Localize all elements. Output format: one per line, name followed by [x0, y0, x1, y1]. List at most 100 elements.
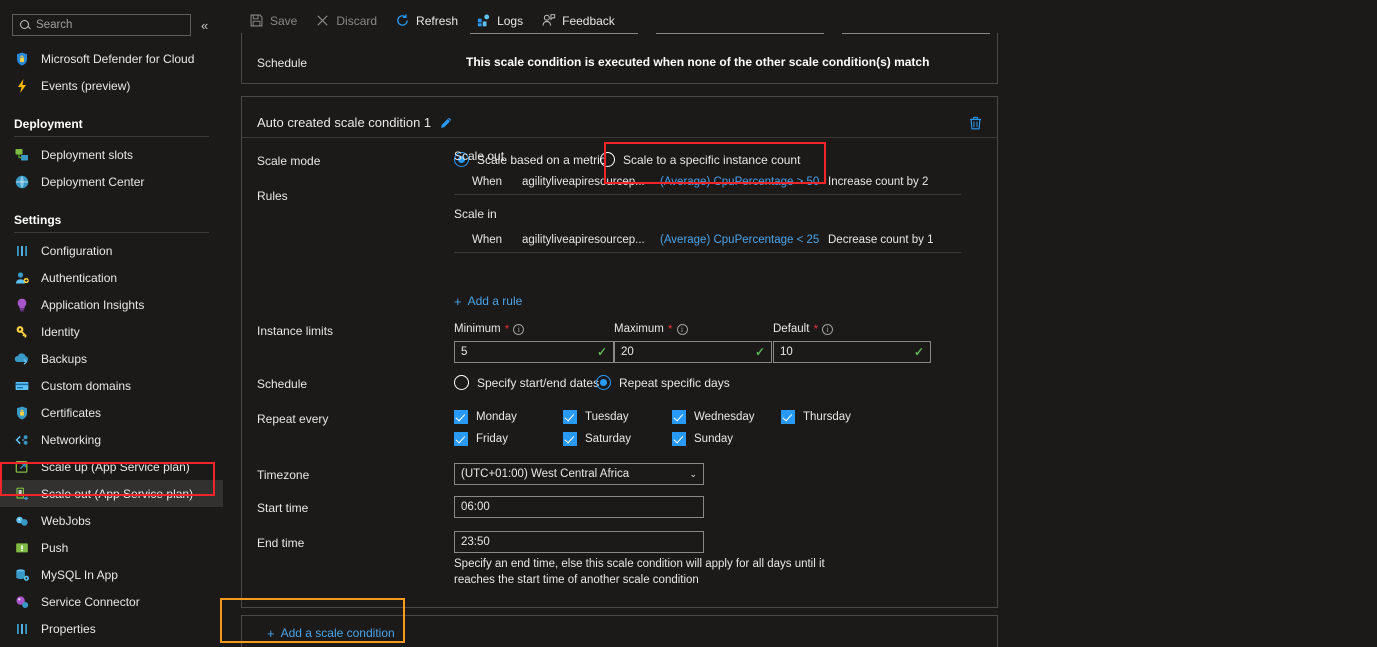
feedback-button-label: Feedback — [562, 13, 615, 28]
sidebar-item-networking[interactable]: Networking — [0, 426, 223, 453]
save-button[interactable]: Save — [241, 8, 307, 33]
checkbox-tuesday[interactable]: Tuesday — [563, 410, 629, 424]
radio-specify-start-end-dates-label: Specify start/end dates — [477, 375, 600, 390]
sidebar-item-certificates[interactable]: Certificates — [0, 399, 223, 426]
sidebar-item-configuration[interactable]: Configuration — [0, 237, 223, 264]
repeat-every-label: Repeat every — [257, 412, 329, 426]
checkbox-saturday-label: Saturday — [585, 433, 632, 445]
minimum-label-text: Minimum — [454, 323, 501, 335]
sidebar-item-label: Scale up (App Service plan) — [41, 459, 190, 474]
logs-button-label: Logs — [497, 13, 524, 28]
end-time-label: End time — [257, 536, 305, 550]
checkbox-sunday[interactable]: Sunday — [672, 432, 733, 446]
end-time-input[interactable]: 23:50 — [454, 531, 704, 553]
sidebar-item-application-insights[interactable]: Application Insights — [0, 291, 223, 318]
sidebar-item-authentication[interactable]: Authentication — [0, 264, 223, 291]
default-schedule-label: Schedule — [257, 56, 308, 70]
lightning-icon — [14, 78, 30, 94]
properties-icon — [14, 621, 30, 637]
scale-out-main-panel: Schedule This scale condition is execute… — [223, 33, 1377, 647]
checkbox-wednesday-control[interactable] — [672, 410, 686, 424]
timezone-select[interactable]: (UTC+01:00) West Central Africa ⌄ — [454, 463, 704, 485]
sidebar-item-label: Custom domains — [41, 378, 132, 393]
sidebar-item-service-connector[interactable]: Service Connector — [0, 588, 223, 615]
default-input[interactable]: 10 ✓ — [773, 341, 931, 363]
add-rule-button[interactable]: + Add a rule — [454, 294, 522, 308]
minimum-input[interactable]: 5 ✓ — [454, 341, 614, 363]
default-scale-condition-card: Schedule This scale condition is execute… — [241, 33, 998, 84]
scale-condition-title-row: Auto created scale condition 1 — [257, 115, 453, 130]
table-row[interactable]: When agilityliveapiresourcep... (Average… — [454, 169, 961, 195]
shield-icon — [14, 51, 30, 67]
checkbox-monday-control[interactable] — [454, 410, 468, 424]
discard-button[interactable]: Discard — [307, 8, 387, 33]
deployment-slots-icon — [14, 147, 30, 163]
rule-condition: (Average) CpuPercentage > 50 — [660, 175, 820, 188]
pencil-icon[interactable] — [439, 116, 453, 130]
sidebar-item-scale-up[interactable]: Scale up (App Service plan) — [0, 453, 223, 480]
checkbox-thursday-control[interactable] — [781, 410, 795, 424]
refresh-button[interactable]: Refresh — [387, 8, 468, 33]
info-icon[interactable]: i — [676, 323, 688, 335]
deployment-center-icon — [14, 174, 30, 190]
radio-repeat-specific-days-control[interactable] — [596, 375, 611, 390]
chevron-down-icon: ⌄ — [689, 468, 697, 479]
info-icon[interactable]: i — [513, 323, 525, 335]
radio-specify-start-end-dates-control[interactable] — [454, 375, 469, 390]
save-button-label: Save — [270, 13, 298, 28]
sidebar-item-locks[interactable]: Locks — [0, 642, 223, 647]
checkbox-saturday-control[interactable] — [563, 432, 577, 446]
checkbox-tuesday-label: Tuesday — [585, 411, 629, 423]
sidebar-item-scale-out[interactable]: Scale out (App Service plan) — [0, 480, 223, 507]
application-insights-icon — [14, 297, 30, 313]
search-input[interactable] — [36, 19, 181, 31]
feedback-icon — [541, 13, 556, 28]
sidebar-item-deployment-slots[interactable]: Deployment slots — [0, 141, 223, 168]
checkbox-friday-control[interactable] — [454, 432, 468, 446]
start-time-input[interactable]: 06:00 — [454, 496, 704, 518]
required-asterisk: * — [504, 322, 510, 336]
checkbox-tuesday-control[interactable] — [563, 410, 577, 424]
checkbox-monday[interactable]: Monday — [454, 410, 517, 424]
radio-specify-start-end-dates[interactable]: Specify start/end dates — [454, 375, 599, 390]
rule-resource: agilityliveapiresourcep... — [522, 175, 645, 188]
checkbox-wednesday[interactable]: Wednesday — [672, 410, 755, 424]
sidebar-item-label: WebJobs — [41, 513, 91, 528]
maximum-input[interactable]: 20 ✓ — [614, 341, 772, 363]
scale-mode-label: Scale mode — [257, 154, 321, 168]
feedback-button[interactable]: Feedback — [533, 8, 625, 33]
checkbox-sunday-control[interactable] — [672, 432, 686, 446]
service-connector-icon — [14, 594, 30, 610]
trash-icon[interactable] — [968, 115, 983, 131]
info-icon[interactable]: i — [822, 323, 834, 335]
sidebar-item-microsoft-defender-for-cloud[interactable]: Microsoft Defender for Cloud — [0, 45, 223, 72]
sidebar-item-custom-domains[interactable]: Custom domains — [0, 372, 223, 399]
sidebar-section-settings: Settings — [14, 213, 62, 227]
instance-limits-label: Instance limits — [257, 324, 334, 338]
checkbox-thursday-label: Thursday — [803, 411, 851, 423]
sidebar-item-mysql-in-app[interactable]: MySQL In App — [0, 561, 223, 588]
sidebar-item-events-preview[interactable]: Events (preview) — [0, 72, 223, 99]
sidebar-item-push[interactable]: Push — [0, 534, 223, 561]
sidebar-item-properties[interactable]: Properties — [0, 615, 223, 642]
logs-button[interactable]: Logs — [468, 8, 533, 33]
checkbox-saturday[interactable]: Saturday — [563, 432, 631, 446]
table-row[interactable]: When agilityliveapiresourcep... (Average… — [454, 227, 961, 253]
sidebar-item-backups[interactable]: Backups — [0, 345, 223, 372]
sidebar-item-label: MySQL In App — [41, 567, 118, 582]
sidebar-item-label: Identity — [41, 324, 80, 339]
sidebar-item-label: Push — [41, 540, 69, 555]
sidebar-item-label: Microsoft Defender for Cloud — [41, 51, 195, 66]
refresh-button-label: Refresh — [416, 13, 459, 28]
add-scale-condition-label: Add a scale condition — [280, 626, 395, 640]
collapse-menu-icon[interactable]: « — [201, 19, 208, 32]
sidebar-item-deployment-center[interactable]: Deployment Center — [0, 168, 223, 195]
radio-repeat-specific-days[interactable]: Repeat specific days — [596, 375, 730, 390]
add-scale-condition-button[interactable]: + Add a scale condition — [267, 626, 395, 640]
checkbox-thursday[interactable]: Thursday — [781, 410, 851, 424]
checkbox-friday[interactable]: Friday — [454, 432, 508, 446]
sidebar-item-identity[interactable]: Identity — [0, 318, 223, 345]
valid-check-icon: ✓ — [913, 345, 924, 359]
rule-action: Increase count by 2 — [828, 175, 929, 188]
sidebar-item-webjobs[interactable]: WebJobs — [0, 507, 223, 534]
